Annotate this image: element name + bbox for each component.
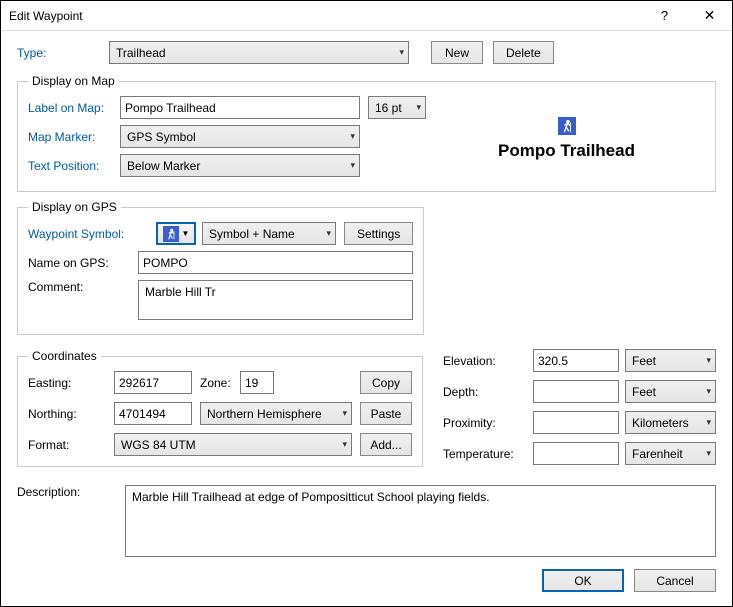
proximity-label: Proximity:: [443, 416, 533, 430]
map-marker-label: Map Marker:: [28, 130, 120, 144]
display-on-map-group: Display on Map Label on Map: 16 pt ▾ Map…: [17, 74, 716, 192]
type-select[interactable]: Trailhead ▾: [109, 41, 409, 64]
zone-input[interactable]: [240, 371, 274, 394]
chevron-down-icon: ▾: [350, 131, 355, 142]
text-position-label: Text Position:: [28, 159, 120, 173]
comment-input[interactable]: [138, 280, 413, 320]
easting-input[interactable]: [114, 371, 192, 394]
symbol-mode-value: Symbol + Name: [209, 227, 295, 241]
chevron-down-icon: ▾: [706, 355, 711, 366]
display-on-gps-group: Display on GPS Waypoint Symbol: ▼ Symbol…: [17, 200, 424, 335]
label-on-map-label: Label on Map:: [28, 101, 120, 115]
font-size-value: 16 pt: [375, 101, 402, 115]
northing-label: Northing:: [28, 407, 114, 421]
map-marker-value: GPS Symbol: [127, 130, 196, 144]
temperature-unit-value: Farenheit: [632, 447, 683, 461]
label-on-map-input[interactable]: [120, 96, 360, 119]
close-button[interactable]: ✕: [687, 1, 732, 30]
waypoint-symbol-button[interactable]: ▼: [156, 222, 196, 245]
chevron-down-icon: ▾: [342, 408, 347, 419]
paste-button[interactable]: Paste: [360, 402, 412, 425]
add-button[interactable]: Add...: [360, 433, 412, 456]
coordinates-legend: Coordinates: [28, 349, 101, 363]
proximity-unit-value: Kilometers: [632, 416, 689, 430]
help-button[interactable]: ?: [642, 1, 687, 30]
hiker-icon: [558, 117, 576, 135]
copy-button[interactable]: Copy: [360, 371, 412, 394]
chevron-down-icon: ▾: [350, 160, 355, 171]
chevron-down-icon: ▼: [182, 229, 190, 238]
chevron-down-icon: ▾: [706, 448, 711, 459]
depth-unit-select[interactable]: Feet ▾: [625, 380, 716, 403]
proximity-unit-select[interactable]: Kilometers ▾: [625, 411, 716, 434]
temperature-input[interactable]: [533, 442, 619, 465]
chevron-down-icon: ▾: [326, 228, 331, 239]
text-position-select[interactable]: Below Marker ▾: [120, 154, 360, 177]
symbol-mode-select[interactable]: Symbol + Name ▾: [202, 222, 336, 245]
preview-label: Pompo Trailhead: [498, 141, 635, 161]
description-label: Description:: [17, 485, 125, 499]
zone-label: Zone:: [200, 376, 240, 390]
depth-input[interactable]: [533, 380, 619, 403]
description-input[interactable]: [125, 485, 716, 557]
font-size-select[interactable]: 16 pt ▾: [368, 96, 426, 119]
new-button[interactable]: New: [431, 41, 483, 64]
marker-preview: Pompo Trailhead: [428, 96, 705, 181]
comment-label: Comment:: [28, 280, 138, 294]
text-position-value: Below Marker: [127, 159, 200, 173]
elevation-unit-select[interactable]: Feet ▾: [625, 349, 716, 372]
titlebar: Edit Waypoint ? ✕: [1, 1, 732, 31]
easting-label: Easting:: [28, 376, 114, 390]
northing-input[interactable]: [114, 402, 192, 425]
window-title: Edit Waypoint: [9, 9, 83, 23]
ok-button[interactable]: OK: [542, 569, 624, 592]
dialog-content: Type: Trailhead ▾ New Delete Display on …: [1, 31, 732, 606]
elevation-unit-value: Feet: [632, 354, 656, 368]
depth-unit-value: Feet: [632, 385, 656, 399]
chevron-down-icon: ▾: [399, 47, 404, 58]
chevron-down-icon: ▾: [706, 386, 711, 397]
display-on-map-legend: Display on Map: [28, 74, 119, 88]
chevron-down-icon: ▾: [416, 102, 421, 113]
hemisphere-value: Northern Hemisphere: [207, 407, 322, 421]
chevron-down-icon: ▾: [342, 439, 347, 450]
settings-button[interactable]: Settings: [344, 222, 413, 245]
type-row: Type: Trailhead ▾ New Delete: [17, 41, 716, 64]
measures-group: Elevation: Feet ▾ Depth: Feet ▾: [443, 343, 716, 473]
titlebar-controls: ? ✕: [642, 1, 732, 30]
elevation-label: Elevation:: [443, 354, 533, 368]
elevation-input[interactable]: [533, 349, 619, 372]
type-value: Trailhead: [116, 46, 166, 60]
format-label: Format:: [28, 438, 114, 452]
display-on-gps-legend: Display on GPS: [28, 200, 121, 214]
cancel-button[interactable]: Cancel: [634, 569, 716, 592]
hiker-icon: [163, 226, 179, 242]
chevron-down-icon: ▾: [706, 417, 711, 428]
delete-button[interactable]: Delete: [493, 41, 554, 64]
coordinates-group: Coordinates Easting: Zone: Copy Northing…: [17, 349, 423, 467]
name-on-gps-label: Name on GPS:: [28, 256, 138, 270]
type-label: Type:: [17, 46, 109, 60]
dialog-footer: OK Cancel: [17, 565, 716, 592]
name-on-gps-input[interactable]: [138, 251, 413, 274]
map-marker-select[interactable]: GPS Symbol ▾: [120, 125, 360, 148]
format-value: WGS 84 UTM: [121, 438, 196, 452]
proximity-input[interactable]: [533, 411, 619, 434]
waypoint-symbol-label: Waypoint Symbol:: [28, 227, 138, 241]
temperature-label: Temperature:: [443, 447, 533, 461]
depth-label: Depth:: [443, 385, 533, 399]
temperature-unit-select[interactable]: Farenheit ▾: [625, 442, 716, 465]
edit-waypoint-dialog: Edit Waypoint ? ✕ Type: Trailhead ▾ New …: [0, 0, 733, 607]
format-select[interactable]: WGS 84 UTM ▾: [114, 433, 352, 456]
hemisphere-select[interactable]: Northern Hemisphere ▾: [200, 402, 352, 425]
